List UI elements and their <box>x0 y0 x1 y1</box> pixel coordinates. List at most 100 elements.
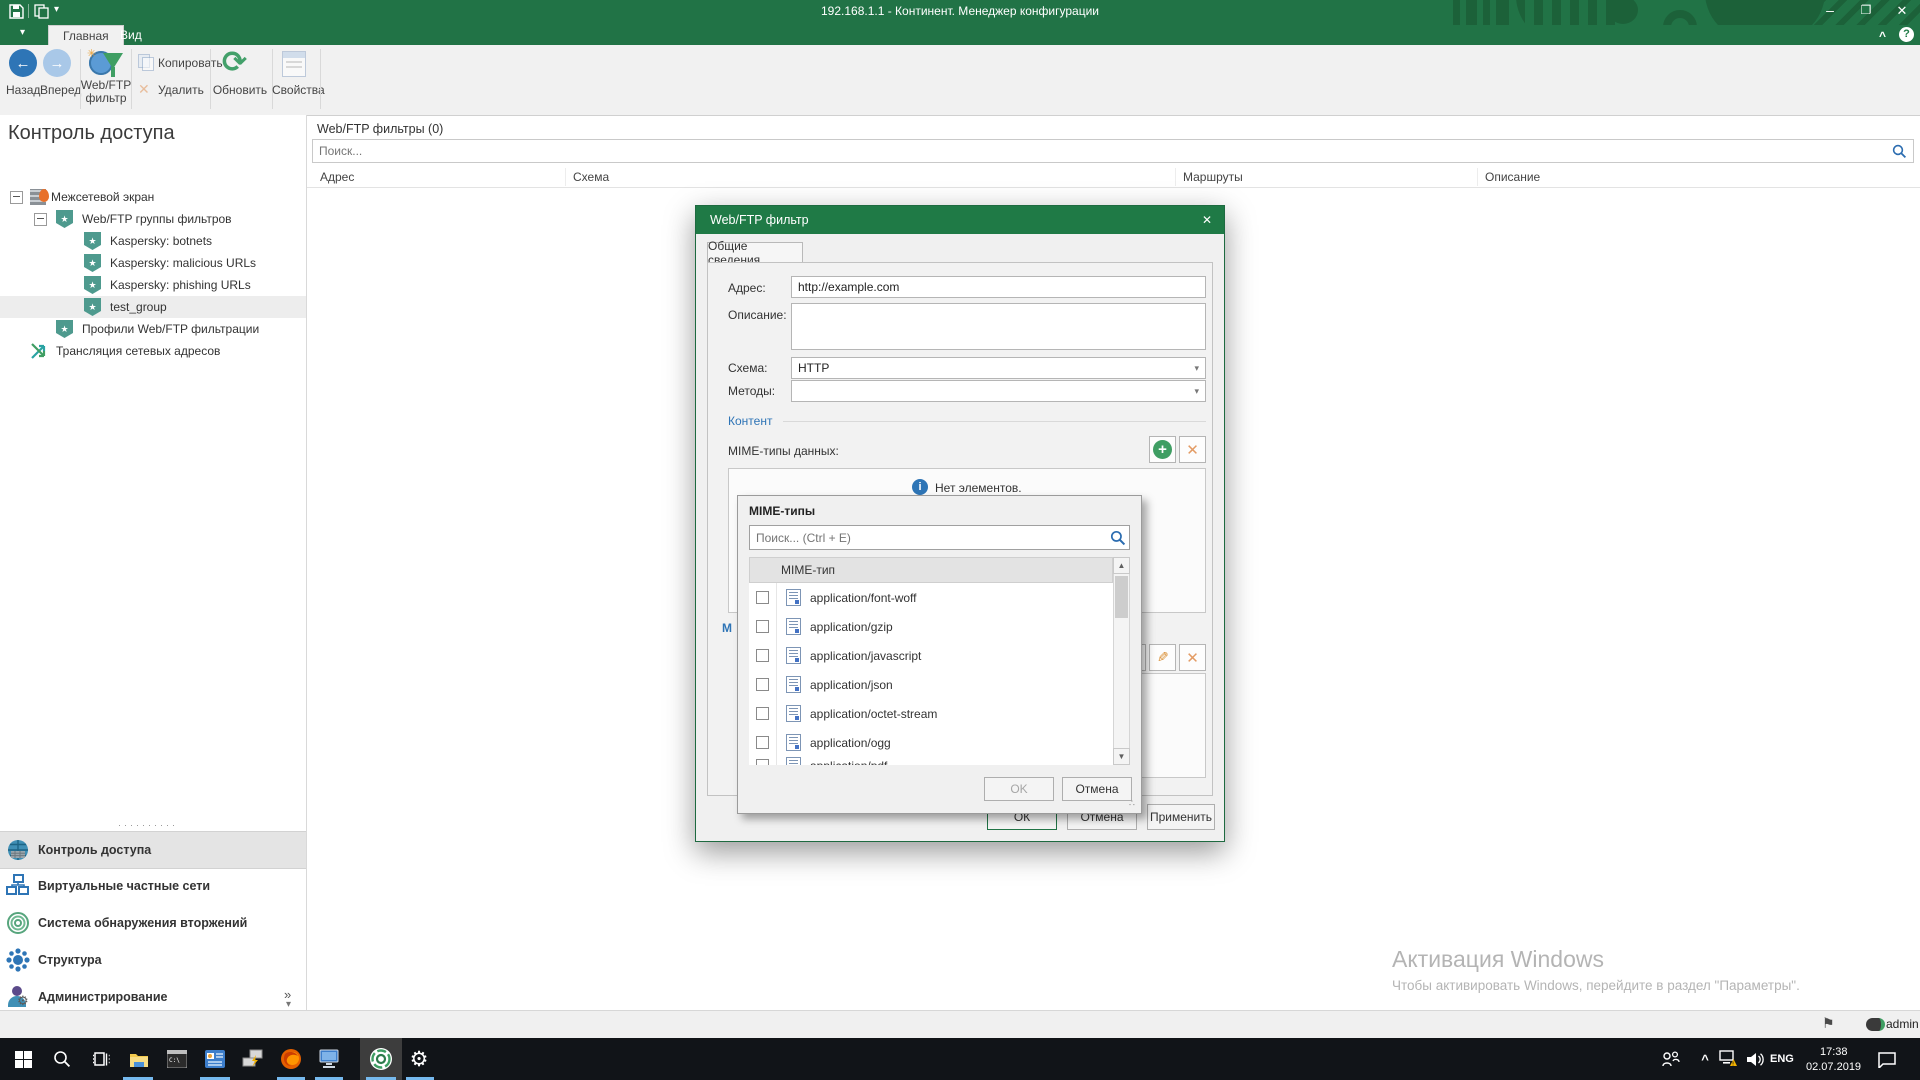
collapse-toggle-icon[interactable] <box>34 213 47 226</box>
ribbon-separator <box>210 49 211 109</box>
checkbox[interactable] <box>756 591 769 604</box>
scroll-up-button[interactable]: ▲ <box>1113 557 1130 574</box>
nav-vpn[interactable]: Виртуальные частные сети <box>0 868 306 904</box>
tree-label: Профили Web/FTP фильтрации <box>82 322 259 336</box>
edit-item-button[interactable]: ✎ <box>1149 644 1176 671</box>
refresh-icon[interactable]: ⟳ <box>222 45 247 80</box>
speaker-icon[interactable] <box>1742 1046 1768 1072</box>
mime-row[interactable]: application/font-woff <box>749 583 1113 613</box>
checkbox[interactable] <box>756 707 769 720</box>
nav-ids[interactable]: Система обнаружения вторжений <box>0 905 306 941</box>
language-indicator[interactable]: ENG <box>1770 1053 1794 1065</box>
desktop: ▾ 192.168.1.1 - Континент. Менеджер конф… <box>0 0 1920 1080</box>
tree-item-firewall[interactable]: Межсетевой экран <box>0 186 306 208</box>
address-input[interactable] <box>791 276 1206 298</box>
dialog-title-bar[interactable]: Web/FTP фильтр ✕ <box>696 206 1224 234</box>
clock-time[interactable]: 17:38 <box>1820 1046 1848 1058</box>
document-icon <box>786 734 801 751</box>
filter-search-input[interactable] <box>312 139 1914 163</box>
scrollbar-thumb[interactable] <box>1115 576 1128 618</box>
network-warning-icon[interactable]: ! <box>1716 1046 1742 1072</box>
save-icon[interactable] <box>9 4 24 19</box>
action-center-icon[interactable] <box>1874 1046 1900 1072</box>
splitter-handle[interactable]: ·········· <box>118 820 178 830</box>
file-explorer-icon[interactable] <box>126 1046 152 1072</box>
scroll-down-button[interactable]: ▼ <box>1113 748 1130 765</box>
methods-select[interactable]: ▾ <box>791 380 1206 402</box>
tree-item-kaspersky-botnets[interactable]: ★ Kaspersky: botnets <box>0 230 306 252</box>
collapse-toggle-icon[interactable] <box>10 191 23 204</box>
file-menu-caret-icon[interactable]: ▾ <box>20 27 25 38</box>
checkbox[interactable] <box>756 678 769 691</box>
tree-item-kaspersky-phishing[interactable]: ★ Kaspersky: phishing URLs <box>0 274 306 296</box>
ribbon-separator <box>131 49 132 109</box>
filter-shield-icon: ★ <box>84 254 101 272</box>
mime-row[interactable]: application/json <box>749 670 1113 700</box>
checkbox[interactable] <box>756 736 769 749</box>
search-icon[interactable] <box>1110 530 1126 546</box>
mime-search-input[interactable] <box>749 525 1130 550</box>
restore-button[interactable]: ❐ <box>1854 3 1878 17</box>
mime-table-header[interactable]: MIME-тип <box>749 557 1113 583</box>
sparkle-icon: ✳ <box>87 47 96 60</box>
close-button[interactable]: ✕ <box>1890 3 1914 19</box>
column-header-scheme[interactable]: Схема <box>573 170 609 184</box>
continent-app-icon[interactable] <box>368 1046 394 1072</box>
tree-item-nat[interactable]: Трансляция сетевых адресов <box>0 340 306 362</box>
description-textarea[interactable] <box>791 303 1206 350</box>
help-icon[interactable]: ? <box>1899 27 1914 42</box>
tree-item-test-group[interactable]: ★ test_group <box>0 296 306 318</box>
minimize-button[interactable]: – <box>1818 2 1842 18</box>
mime-row[interactable]: application/ogg <box>749 728 1113 758</box>
column-header-description[interactable]: Описание <box>1485 170 1540 184</box>
nav-overflow-caret-icon[interactable]: ▾ <box>286 999 291 1010</box>
tree-item-webftp-groups[interactable]: ★ Web/FTP группы фильтров <box>0 208 306 230</box>
quick-access-caret-icon[interactable]: ▾ <box>54 4 59 15</box>
scheme-select[interactable]: HTTP ▾ <box>791 357 1206 379</box>
webftp-filter-create-button[interactable]: ✳ Web/FTP фильтр <box>85 47 127 107</box>
nav-access-control[interactable]: Контроль доступа <box>0 831 306 869</box>
start-button[interactable] <box>10 1046 36 1072</box>
mime-row[interactable]: application/octet-stream <box>749 699 1113 729</box>
tab-general[interactable]: Общие сведения <box>707 242 803 263</box>
taskbar-search-icon[interactable] <box>49 1046 75 1072</box>
refresh-label[interactable]: Обновить <box>212 83 268 97</box>
column-header-address[interactable]: Адрес <box>320 170 354 184</box>
firefox-icon[interactable] <box>278 1046 304 1072</box>
search-icon[interactable] <box>1892 144 1907 159</box>
remote-connect-icon[interactable] <box>240 1046 266 1072</box>
checkbox[interactable] <box>756 620 769 633</box>
people-icon[interactable] <box>1658 1046 1684 1072</box>
nav-structure[interactable]: Структура <box>0 942 306 978</box>
monitoring-app-icon[interactable] <box>202 1046 228 1072</box>
cmd-icon[interactable]: C:\ <box>164 1046 190 1072</box>
mime-row[interactable]: application/javascript <box>749 641 1113 671</box>
add-mime-button[interactable]: + <box>1149 436 1176 463</box>
task-view-icon[interactable] <box>88 1046 114 1072</box>
tab-vid[interactable]: Вид <box>106 25 156 45</box>
tree-item-webftp-profiles[interactable]: ★ Профили Web/FTP фильтрации <box>0 318 306 340</box>
resize-grip[interactable]: ∴ <box>1129 798 1135 809</box>
checkbox[interactable] <box>756 649 769 662</box>
dialog-close-icon[interactable]: ✕ <box>1202 213 1212 227</box>
paste-icon[interactable] <box>34 4 49 19</box>
hidden-icons-chevron[interactable]: ^ <box>1692 1046 1718 1072</box>
delete-item-button[interactable]: ✕ <box>1179 644 1206 671</box>
settings-gear-icon[interactable]: ⚙ <box>406 1046 432 1072</box>
mime-type-label: application/font-woff <box>810 591 917 605</box>
mime-row[interactable]: application/gzip <box>749 612 1113 642</box>
back-button[interactable]: ← <box>9 49 37 77</box>
content-header: Web/FTP фильтры (0) <box>317 122 443 136</box>
popup-cancel-button[interactable]: Отмена <box>1062 777 1132 801</box>
nav-label: Структура <box>38 953 102 967</box>
clock-date[interactable]: 02.07.2019 <box>1806 1061 1861 1073</box>
remote-desktop-icon[interactable] <box>316 1046 342 1072</box>
tree-item-kaspersky-malicious[interactable]: ★ Kaspersky: malicious URLs <box>0 252 306 274</box>
mime-row[interactable]: application/pdf <box>749 757 1113 765</box>
remove-mime-button[interactable]: ✕ <box>1179 436 1206 463</box>
flag-icon[interactable]: ⚑ <box>1822 1015 1835 1032</box>
column-header-routes[interactable]: Маршруты <box>1183 170 1243 184</box>
dialog-apply-button[interactable]: Применить <box>1147 804 1215 830</box>
checkbox[interactable] <box>756 759 769 766</box>
ribbon-collapse-icon[interactable]: ^ <box>1879 29 1886 43</box>
